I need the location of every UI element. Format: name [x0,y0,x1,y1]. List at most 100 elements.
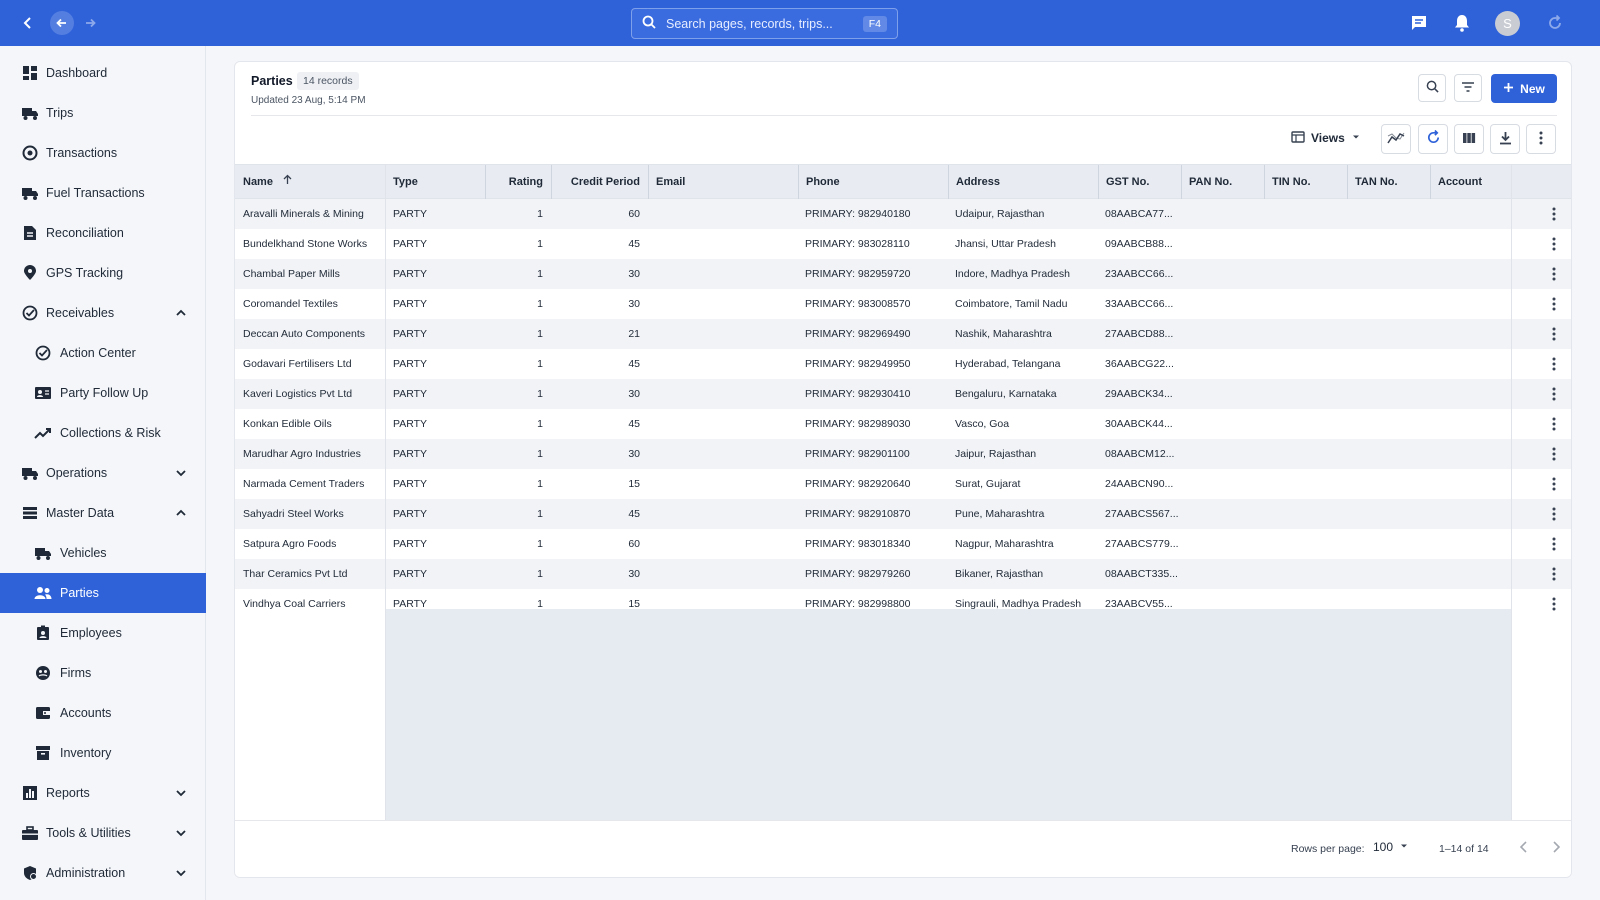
column-header-rating[interactable]: Rating [485,165,551,200]
sidebar-item-firms[interactable]: Firms [0,653,206,693]
column-header-gst[interactable]: GST No. [1098,165,1181,200]
sidebar-item-transactions[interactable]: Transactions [0,133,206,173]
cell-phone: PRIMARY: 982979260 [805,568,911,580]
row-actions-more-icon[interactable] [1545,445,1563,463]
row-actions-more-icon[interactable] [1545,475,1563,493]
sidebar-item-employees[interactable]: Employees [0,613,206,653]
user-avatar[interactable]: S [1495,11,1520,36]
sidebar-item-action-center[interactable]: Action Center [0,333,206,373]
column-header-tin[interactable]: TIN No. [1264,165,1347,200]
sidebar-item-accounts[interactable]: Accounts [0,693,206,733]
table-row[interactable]: Aravalli Minerals & Mining PARTY 1 60 PRIMAR… [235,199,1571,229]
row-actions-more-icon[interactable] [1545,595,1563,613]
row-actions-more-icon[interactable] [1545,325,1563,343]
views-dropdown[interactable]: Views [1291,126,1361,150]
refresh-button[interactable] [1418,124,1448,154]
sidebar-item-fuel-transactions[interactable]: Fuel Transactions [0,173,206,213]
sidebar-item-tools-utilities[interactable]: Tools & Utilities [0,813,206,853]
column-header-address[interactable]: Address [948,165,1098,200]
row-actions-more-icon[interactable] [1545,535,1563,553]
cell-rating: 1 [537,358,543,370]
cell-name: Aravalli Minerals & Mining [243,208,364,220]
sidebar-item-receivables[interactable]: Receivables [0,293,206,333]
sidebar-item-reports[interactable]: Reports [0,773,206,813]
table-row[interactable]: Konkan Edible Oils PARTY 1 45 PRIMARY: 98298… [235,409,1571,439]
row-actions-more-icon[interactable] [1545,415,1563,433]
sidebar-item-label: Tools & Utilities [46,826,131,840]
sidebar-item-label: Reports [46,786,90,800]
sidebar-item-parties[interactable]: Parties [0,573,206,613]
more-options-button[interactable] [1526,124,1556,154]
cell-name: Godavari Fertilisers Ltd [243,358,352,370]
sidebar-item-trips[interactable]: Trips [0,93,206,133]
row-actions-more-icon[interactable] [1545,235,1563,253]
table-row[interactable]: Kaveri Logistics Pvt Ltd PARTY 1 30 PRIMARY:… [235,379,1571,409]
sidebar-item-gps-tracking[interactable]: GPS Tracking [0,253,206,293]
chevron-down-icon[interactable] [174,786,188,800]
rows-per-page-select[interactable]: 100 [1373,840,1409,854]
column-header-tan[interactable]: TAN No. [1347,165,1430,200]
columns-button[interactable] [1454,124,1484,154]
sync-icon[interactable] [1543,11,1567,35]
column-header-account[interactable]: Account [1430,165,1511,200]
table-row[interactable]: Bundelkhand Stone Works PARTY 1 45 PRIMARY: … [235,229,1571,259]
column-header-name[interactable]: Name [243,165,383,200]
column-header-type[interactable]: Type [385,165,485,200]
cell-email [655,529,795,559]
column-header-pan[interactable]: PAN No. [1181,165,1264,200]
previous-page-button[interactable] [1513,837,1535,859]
new-party-button[interactable]: New [1491,74,1557,103]
row-actions-more-icon[interactable] [1545,565,1563,583]
row-actions-more-icon[interactable] [1545,205,1563,223]
cell-email [655,349,795,379]
sort-ascending-icon[interactable] [282,165,293,199]
chevron-down-icon[interactable] [174,466,188,480]
chevron-up-icon[interactable] [174,506,188,520]
sidebar-item-dashboard[interactable]: Dashboard [0,53,206,93]
global-search-input[interactable]: Search pages, records, trips... F4 [631,8,898,39]
sidebar-item-reconciliation[interactable]: Reconciliation [0,213,206,253]
table-row[interactable]: Sahyadri Steel Works PARTY 1 45 PRIMARY: 982… [235,499,1571,529]
back-arrow-icon[interactable] [50,11,74,35]
filter-button[interactable] [1454,74,1482,102]
sidebar-item-vehicles[interactable]: Vehicles [0,533,206,573]
sidebar-item-master-data[interactable]: Master Data [0,493,206,533]
row-actions-more-icon[interactable] [1545,385,1563,403]
table-row[interactable]: Chambal Paper Mills PARTY 1 30 PRIMARY: 9829… [235,259,1571,289]
column-header-credit-period[interactable]: Credit Period [551,165,648,200]
sidebar-item-collections-risk[interactable]: Collections & Risk [0,413,206,453]
table-row[interactable]: Coromandel Textiles PARTY 1 30 PRIMARY: 9830… [235,289,1571,319]
chevron-down-icon[interactable] [174,866,188,880]
row-actions-more-icon[interactable] [1545,265,1563,283]
download-button[interactable] [1490,124,1520,154]
table-row[interactable]: Thar Ceramics Pvt Ltd PARTY 1 30 PRIMARY: 98… [235,559,1571,589]
chevron-down-icon[interactable] [174,826,188,840]
analytics-button[interactable] [1381,124,1411,154]
table-row[interactable]: Narmada Cement Traders PARTY 1 15 PRIMARY: 9… [235,469,1571,499]
collapse-sidebar-icon[interactable] [16,11,40,35]
sidebar-item-administration[interactable]: Administration [0,853,206,893]
chat-icon[interactable] [1407,11,1431,35]
table-row[interactable]: Godavari Fertilisers Ltd PARTY 1 45 PRIMARY:… [235,349,1571,379]
notifications-bell-icon[interactable] [1450,11,1474,35]
sidebar-item-party-follow-up[interactable]: Party Follow Up [0,373,206,413]
row-actions-more-icon[interactable] [1545,355,1563,373]
next-page-button[interactable] [1545,837,1567,859]
sidebar-item-operations[interactable]: Operations [0,453,206,493]
column-header-email[interactable]: Email [648,165,798,200]
sidebar-item-label: Party Follow Up [60,386,149,400]
table-row[interactable]: Deccan Auto Components PARTY 1 21 PRIMARY: 9… [235,319,1571,349]
sidebar-item-inventory[interactable]: Inventory [0,733,206,773]
table-row[interactable]: Marudhar Agro Industries PARTY 1 30 PRIMARY:… [235,439,1571,469]
forward-arrow-icon[interactable] [78,11,102,35]
table-row[interactable]: Satpura Agro Foods PARTY 1 60 PRIMARY: 98301… [235,529,1571,559]
row-actions-more-icon[interactable] [1545,505,1563,523]
search-button[interactable] [1418,74,1446,102]
row-actions-more-icon[interactable] [1545,295,1563,313]
cell-email [655,319,795,349]
cell-gst: 29AABCK34... [1105,388,1173,400]
cell-gst: 27AABCS567... [1105,508,1179,520]
cell-address: Hyderabad, Telangana [955,358,1061,370]
column-header-phone[interactable]: Phone [798,165,948,200]
chevron-up-icon[interactable] [174,306,188,320]
